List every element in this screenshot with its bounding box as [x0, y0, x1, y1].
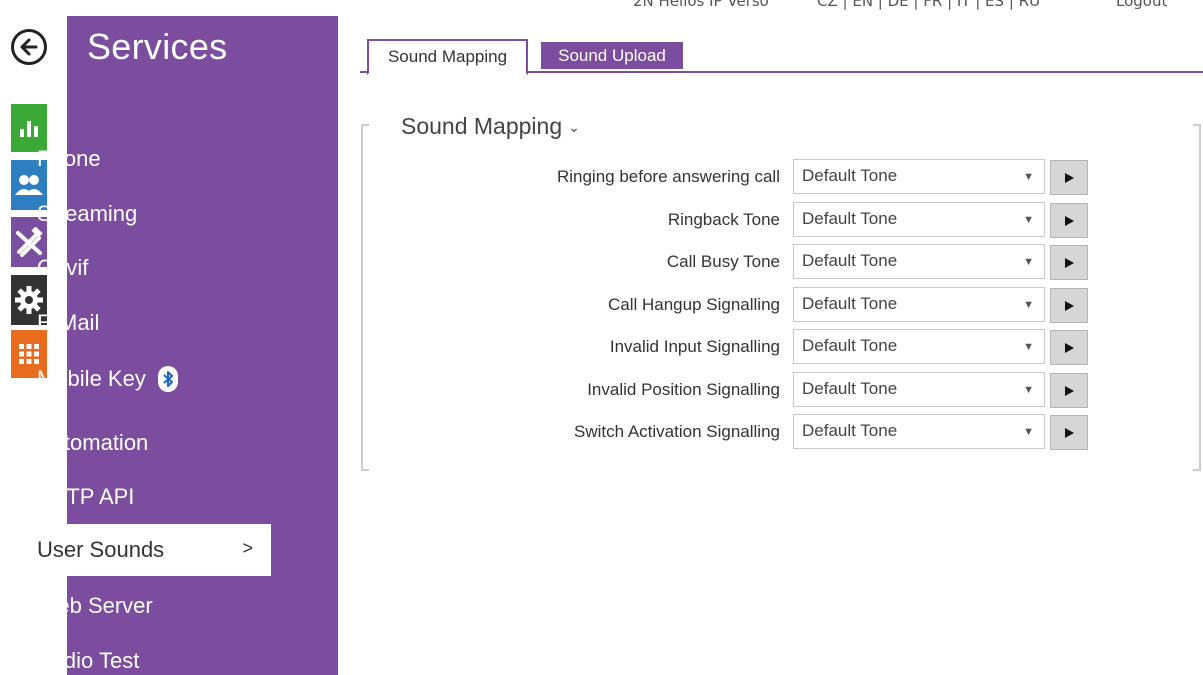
sidebar-item-phone[interactable]: Phone: [19, 133, 271, 185]
bluetooth-icon: [157, 366, 178, 392]
panel-title[interactable]: Sound Mapping ⌄: [401, 113, 580, 140]
select-value: Default Tone: [802, 294, 898, 313]
sidebar-title: Services: [87, 26, 228, 67]
play-icon: [1065, 172, 1074, 183]
panel-title-text: Sound Mapping: [401, 113, 563, 139]
tab-sound-mapping[interactable]: Sound Mapping: [367, 39, 528, 75]
row-label: Call Hangup Signalling: [607, 295, 780, 314]
sidebar-item-streaming[interactable]: Streaming: [19, 188, 271, 240]
dropdown-arrow-icon: ▼: [1023, 256, 1034, 268]
sidebar-item-automation[interactable]: Automation: [19, 417, 271, 469]
chevron-down-icon: ⌄: [568, 119, 580, 136]
sidebar-item-onvif[interactable]: Onvif: [19, 242, 271, 294]
play-icon: [1065, 342, 1074, 353]
tone-select[interactable]: Default Tone ▼: [793, 372, 1045, 407]
play-icon: [1065, 385, 1074, 396]
row-label: Invalid Position Signalling: [587, 380, 780, 399]
sound-row-ringback: Ringback Tone Default Tone ▼: [380, 202, 1090, 238]
play-button[interactable]: [1050, 415, 1088, 450]
sidebar-item-web-server[interactable]: Web Server: [19, 580, 271, 632]
play-button[interactable]: [1050, 160, 1088, 195]
play-button[interactable]: [1050, 245, 1088, 280]
sound-row-ringing: Ringing before answering call Default To…: [380, 159, 1090, 195]
sidebar-item-label: E-Mail: [37, 310, 100, 335]
tone-select[interactable]: Default Tone ▼: [793, 202, 1045, 237]
sidebar-item-label: Streaming: [37, 201, 138, 226]
tab-sound-upload[interactable]: Sound Upload: [541, 42, 683, 69]
tone-select[interactable]: Default Tone ▼: [793, 329, 1045, 364]
sidebar-item-label: Automation: [37, 430, 149, 455]
play-button[interactable]: [1050, 330, 1088, 365]
tone-select[interactable]: Default Tone ▼: [793, 414, 1045, 449]
play-button[interactable]: [1050, 288, 1088, 323]
select-value: Default Tone: [802, 336, 898, 355]
tone-select[interactable]: Default Tone ▼: [793, 287, 1045, 322]
panel-bracket-right: [1193, 124, 1201, 471]
row-label: Call Busy Tone: [666, 252, 780, 271]
play-icon: [1065, 215, 1074, 226]
logout-link[interactable]: Logout: [1116, 0, 1167, 10]
sidebar-item-http-api[interactable]: HTTP API: [19, 471, 271, 523]
device-name: 2N Helios IP Verso: [633, 0, 769, 10]
dropdown-arrow-icon: ▼: [1023, 171, 1034, 183]
sound-row-call-hangup: Call Hangup Signalling Default Tone ▼: [380, 287, 1090, 323]
dropdown-arrow-icon: ▼: [1023, 214, 1034, 226]
play-icon: [1065, 300, 1074, 311]
dropdown-arrow-icon: ▼: [1023, 341, 1034, 353]
dropdown-arrow-icon: ▼: [1023, 426, 1034, 438]
select-value: Default Tone: [802, 379, 898, 398]
sound-row-invalid-input: Invalid Input Signalling Default Tone ▼: [380, 329, 1090, 365]
sound-row-invalid-position: Invalid Position Signalling Default Tone…: [380, 372, 1090, 408]
play-button[interactable]: [1050, 373, 1088, 408]
tone-select[interactable]: Default Tone ▼: [793, 244, 1045, 279]
row-label: Invalid Input Signalling: [609, 337, 780, 356]
back-button[interactable]: [11, 29, 47, 65]
select-value: Default Tone: [802, 421, 898, 440]
tone-select[interactable]: Default Tone ▼: [793, 159, 1045, 194]
dropdown-arrow-icon: ▼: [1023, 384, 1034, 396]
sidebar-item-label: Mobile Key: [37, 366, 146, 391]
sidebar-item-mobile-key[interactable]: Mobile Key: [19, 353, 271, 405]
row-label: Ringback Tone: [667, 210, 780, 229]
panel-bracket-left: [361, 124, 369, 471]
sidebar-item-label: HTTP API: [37, 484, 135, 509]
dropdown-arrow-icon: ▼: [1023, 299, 1034, 311]
sidebar-item-label: Web Server: [37, 593, 153, 618]
top-bar: 2N Helios IP Verso CZ | EN | DE | FR | I…: [0, 0, 1203, 16]
select-value: Default Tone: [802, 166, 898, 185]
sidebar-item-label: Onvif: [37, 255, 89, 280]
sidebar-item-email[interactable]: E-Mail: [19, 297, 271, 349]
row-label: Switch Activation Signalling: [573, 422, 780, 441]
language-selector[interactable]: CZ | EN | DE | FR | IT | ES | RU: [817, 0, 1040, 10]
sidebar-item-label: Audio Test: [37, 648, 140, 673]
play-button[interactable]: [1050, 203, 1088, 238]
play-icon: [1065, 257, 1074, 268]
sound-row-call-busy: Call Busy Tone Default Tone ▼: [380, 244, 1090, 280]
sidebar-item-label: User Sounds: [37, 537, 165, 562]
chevron-right-icon: >: [242, 538, 253, 558]
play-icon: [1065, 427, 1074, 438]
back-arrow-icon: [20, 38, 38, 56]
sidebar-item-user-sounds[interactable]: User Sounds >: [19, 524, 271, 576]
select-value: Default Tone: [802, 209, 898, 228]
row-label: Ringing before answering call: [556, 167, 780, 186]
sidebar-item-audio-test[interactable]: Audio Test: [19, 635, 271, 675]
sound-row-switch-activation: Switch Activation Signalling Default Ton…: [380, 414, 1090, 450]
sidebar-item-label: Phone: [37, 146, 101, 171]
select-value: Default Tone: [802, 251, 898, 270]
